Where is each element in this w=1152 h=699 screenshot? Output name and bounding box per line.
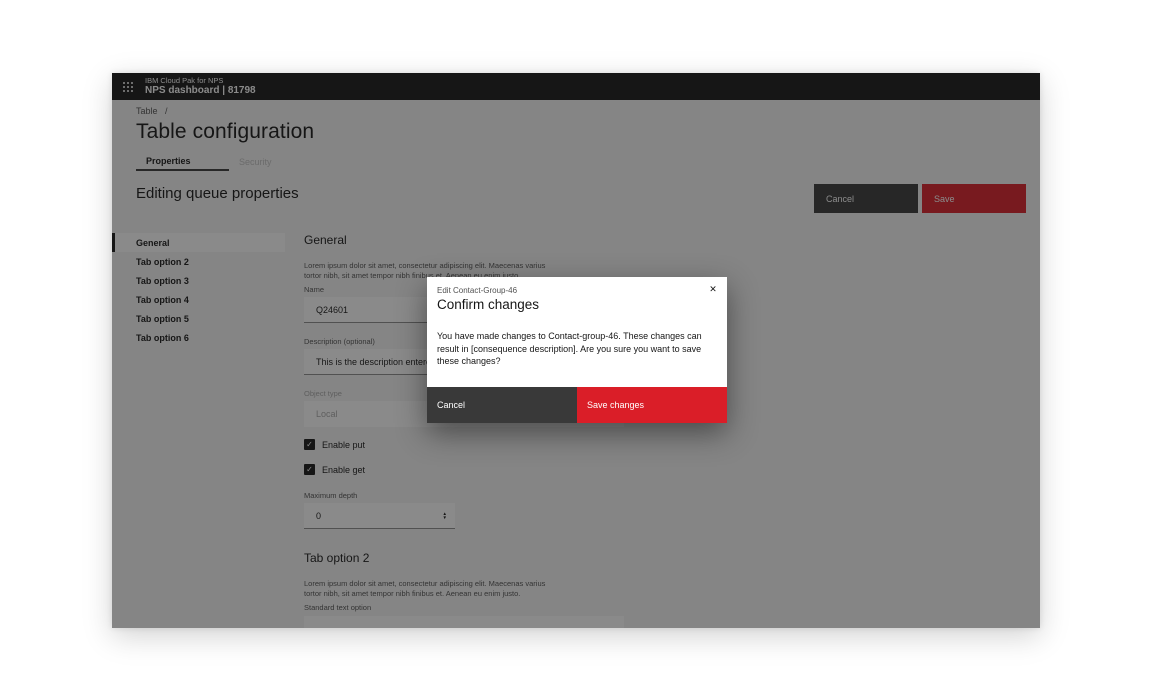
modal-context-label: Edit Contact-Group-46 xyxy=(437,286,517,295)
app-window: IBM Cloud Pak for NPS NPS dashboard | 81… xyxy=(112,73,1040,628)
confirm-changes-modal: Edit Contact-Group-46 Confirm changes ✕ … xyxy=(427,277,727,423)
modal-body-text: You have made changes to Contact-group-4… xyxy=(437,330,709,368)
modal-title: Confirm changes xyxy=(437,297,539,312)
modal-save-changes-button[interactable]: Save changes xyxy=(577,387,727,423)
modal-cancel-button[interactable]: Cancel xyxy=(427,387,577,423)
close-icon[interactable]: ✕ xyxy=(706,282,720,296)
modal-footer: Cancel Save changes xyxy=(427,387,727,423)
